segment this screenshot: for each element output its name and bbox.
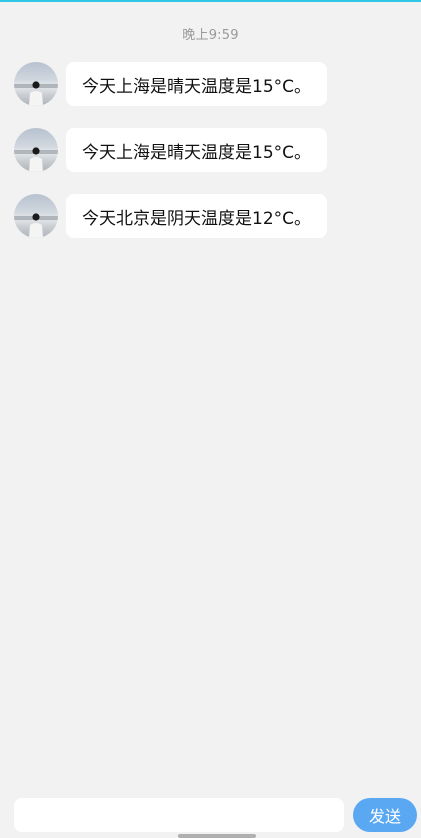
avatar-photo-icon — [14, 147, 58, 172]
message-bubble[interactable]: 今天上海是晴天温度是15°C。 — [66, 128, 328, 172]
top-accent-bar — [0, 0, 421, 2]
home-indicator[interactable] — [178, 834, 256, 838]
composer-bar: 发送 — [0, 790, 421, 838]
send-button[interactable]: 发送 — [353, 798, 417, 832]
avatar-photo-icon — [14, 81, 58, 106]
chat-message-list: 今天上海是晴天温度是15°C。 今天上海是晴天温度是15°C。 今天北京是阴天温… — [14, 62, 414, 260]
message-row: 今天上海是晴天温度是15°C。 — [14, 128, 414, 172]
message-row: 今天上海是晴天温度是15°C。 — [14, 62, 414, 106]
message-timestamp: 晚上9:59 — [182, 28, 239, 43]
avatar-photo-icon — [14, 213, 58, 238]
avatar[interactable] — [14, 194, 58, 238]
message-bubble[interactable]: 今天上海是晴天温度是15°C。 — [66, 62, 328, 106]
avatar[interactable] — [14, 62, 58, 106]
message-input[interactable] — [14, 798, 344, 832]
message-row: 今天北京是阴天温度是12°C。 — [14, 194, 414, 238]
message-bubble[interactable]: 今天北京是阴天温度是12°C。 — [66, 194, 328, 238]
avatar[interactable] — [14, 128, 58, 172]
